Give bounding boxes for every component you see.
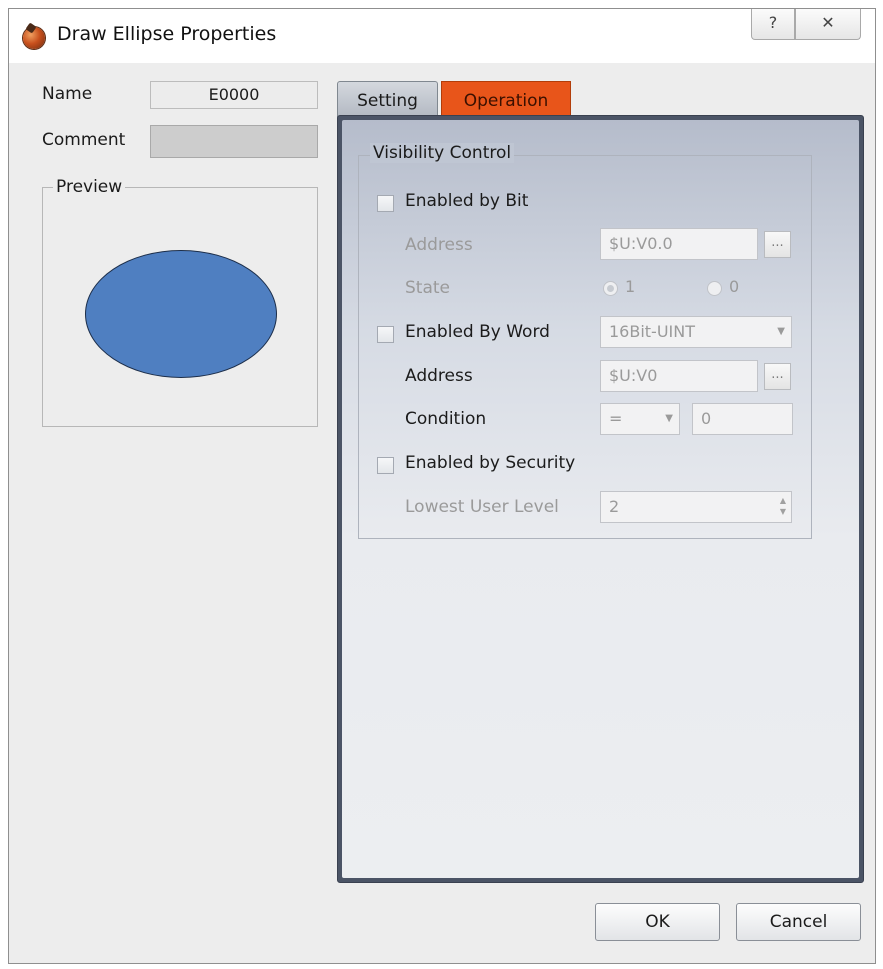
state-label: State: [405, 278, 450, 298]
app-icon: [23, 22, 45, 49]
title-bar: Draw Ellipse Properties ? ✕: [9, 9, 875, 63]
chevron-down-icon: ▼: [665, 413, 673, 424]
condition-label: Condition: [405, 409, 487, 429]
visibility-control-label: Visibility Control: [370, 143, 515, 163]
enabled-by-word-label: Enabled By Word: [405, 322, 550, 342]
bit-address-browse-button[interactable]: ...: [764, 231, 791, 258]
cancel-button[interactable]: Cancel: [736, 903, 861, 941]
tab-operation[interactable]: Operation: [441, 81, 571, 118]
enabled-by-bit-label: Enabled by Bit: [405, 191, 529, 211]
enabled-by-security-checkbox[interactable]: [377, 457, 394, 474]
comment-field[interactable]: [150, 125, 318, 158]
word-type-select[interactable]: 16Bit-UINT ▼: [600, 316, 792, 348]
spinner-arrows-icon: ▲ ▼: [779, 496, 786, 516]
close-button[interactable]: ✕: [795, 9, 861, 40]
chevron-down-icon: ▼: [777, 326, 785, 337]
state-0-radio[interactable]: [707, 281, 722, 296]
properties-dialog: Draw Ellipse Properties ? ✕ Name E0000 C…: [8, 8, 876, 964]
preview-ellipse: [85, 250, 277, 378]
enabled-by-bit-checkbox[interactable]: [377, 195, 394, 212]
help-button[interactable]: ?: [751, 9, 795, 40]
visibility-control-group: Visibility Control Enabled by Bit Addres…: [358, 143, 812, 539]
word-address-field[interactable]: $U:V0: [600, 360, 758, 392]
enabled-by-security-label: Enabled by Security: [405, 453, 576, 473]
word-address-browse-button[interactable]: ...: [764, 363, 791, 390]
state-0-label: 0: [729, 277, 740, 296]
condition-operator-select[interactable]: = ▼: [600, 403, 680, 435]
name-field[interactable]: E0000: [150, 81, 318, 109]
tab-setting[interactable]: Setting: [337, 81, 438, 118]
comment-label: Comment: [42, 130, 126, 150]
operation-tab-panel: Visibility Control Enabled by Bit Addres…: [337, 115, 864, 883]
lowest-user-level-spinner[interactable]: 2 ▲ ▼: [600, 491, 792, 523]
condition-value-field[interactable]: 0: [692, 403, 793, 435]
lowest-user-level-value: 2: [609, 497, 620, 516]
name-label: Name: [42, 84, 93, 104]
tab-panel-body: Visibility Control Enabled by Bit Addres…: [342, 120, 859, 878]
word-type-value: 16Bit-UINT: [609, 322, 695, 341]
preview-group: Preview: [42, 177, 318, 427]
condition-operator-value: =: [609, 409, 623, 428]
lowest-user-level-label: Lowest User Level: [405, 497, 559, 517]
state-1-label: 1: [625, 277, 636, 296]
ok-button[interactable]: OK: [595, 903, 720, 941]
enabled-by-word-checkbox[interactable]: [377, 326, 394, 343]
preview-label: Preview: [53, 177, 126, 197]
bit-address-label: Address: [405, 235, 473, 255]
window-title: Draw Ellipse Properties: [57, 23, 277, 45]
close-icon: ✕: [821, 13, 835, 32]
word-address-label: Address: [405, 366, 473, 386]
state-1-radio[interactable]: [603, 281, 618, 296]
bit-address-field[interactable]: $U:V0.0: [600, 228, 758, 260]
help-icon: ?: [768, 13, 778, 32]
